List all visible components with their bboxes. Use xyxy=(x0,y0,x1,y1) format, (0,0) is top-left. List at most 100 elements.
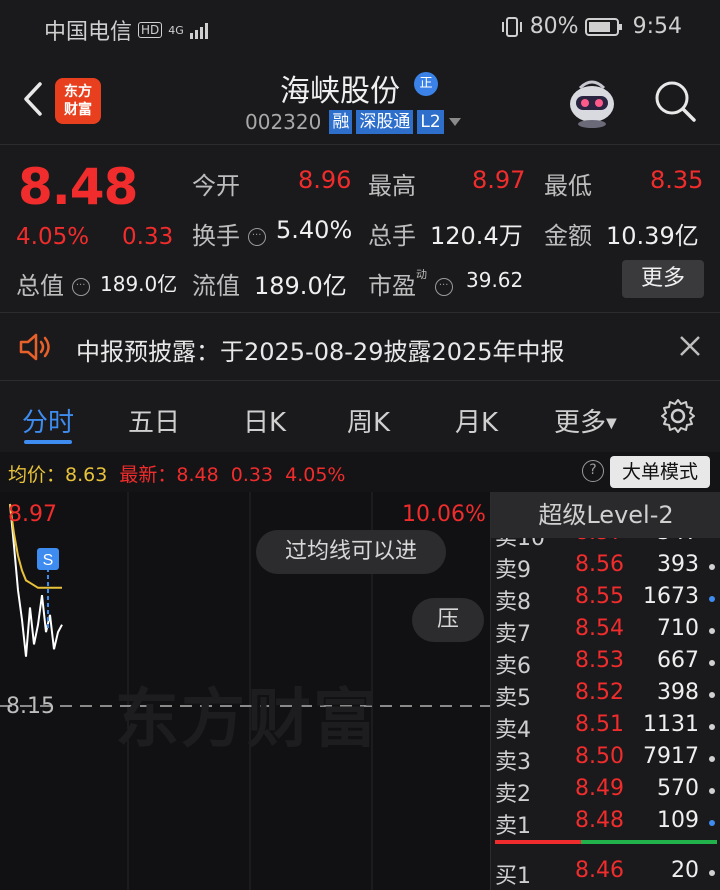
more-button[interactable]: 更多 xyxy=(622,260,704,298)
buy-divider xyxy=(581,840,717,844)
hd-icon: HD xyxy=(138,22,163,38)
level-price: 8.54 xyxy=(575,616,624,641)
reference-price-label: 8.15 xyxy=(6,694,55,719)
tab-intraday[interactable]: 分时 xyxy=(22,402,74,439)
status-bar: 中国电信 HD 4G 80% 9:54 xyxy=(0,0,720,56)
carrier-name: 中国电信 xyxy=(44,20,133,45)
level-label: 卖4 xyxy=(495,718,531,743)
zheng-badge: 正 xyxy=(414,72,438,96)
volume-value: 120.4万 xyxy=(430,222,523,250)
stock-header: 东方 财富 海峡股份 正 002320 融 深股通 L2 xyxy=(0,56,720,144)
pressure-bubble[interactable]: 压 xyxy=(412,598,484,642)
change-percent: 4.05% xyxy=(16,224,90,250)
latest-percent: 4.05% xyxy=(285,464,346,486)
app-logo[interactable]: 东方 财富 xyxy=(55,78,101,124)
dropdown-triangle-icon xyxy=(448,118,461,126)
level-volume: 1131 xyxy=(643,712,699,737)
divider xyxy=(0,380,720,381)
level-price: 8.49 xyxy=(575,776,624,801)
turnover-label-text: 换手 xyxy=(192,222,240,250)
bid-row[interactable]: 买1 8.46 20 xyxy=(491,858,720,890)
close-icon[interactable] xyxy=(676,332,704,360)
tab-five-day[interactable]: 五日 xyxy=(128,402,180,439)
level-dot xyxy=(709,724,715,730)
level-volume: 393 xyxy=(657,552,699,577)
level-label: 卖7 xyxy=(495,622,531,647)
ask-row[interactable]: 卖1 8.48 109 xyxy=(491,808,720,840)
search-icon[interactable] xyxy=(652,78,698,124)
info-icon[interactable]: ··· xyxy=(434,278,453,296)
pe-value: 39.62 xyxy=(466,268,524,292)
amount-value: 10.39亿 xyxy=(606,222,699,250)
ask-row[interactable]: 卖6 8.53 667 xyxy=(491,648,720,680)
help-icon[interactable]: ? xyxy=(582,460,604,482)
logo-line1: 东方 xyxy=(64,84,92,100)
sell-marker-label: S xyxy=(43,552,54,569)
order-book: 超级Level-2 卖108.57347卖98.56393卖88.551673卖… xyxy=(490,492,720,890)
level2-header[interactable]: 超级Level-2 xyxy=(491,492,720,538)
battery-percent: 80% xyxy=(529,14,579,39)
watermark: 东方财富 xyxy=(115,683,379,757)
stock-name: 海峡股份 xyxy=(280,74,400,109)
level-label: 买1 xyxy=(495,864,531,889)
ask-row[interactable]: 卖3 8.50 7917 xyxy=(491,744,720,776)
tab-underline xyxy=(24,440,72,444)
level-price: 8.50 xyxy=(575,744,624,769)
vibrate-icon xyxy=(501,16,522,37)
logo-line2: 财富 xyxy=(64,102,92,118)
tab-more-label: 更多 xyxy=(554,408,607,438)
tab-more[interactable]: 更多▼ xyxy=(554,402,617,439)
signal-icon xyxy=(189,23,208,39)
level-label: 卖8 xyxy=(495,590,531,615)
level-dot xyxy=(709,692,715,698)
tab-monthly-k[interactable]: 月K xyxy=(455,402,498,439)
float-value-label: 流值 xyxy=(192,272,240,300)
open-value: 8.96 xyxy=(298,166,352,194)
back-arrow-icon[interactable] xyxy=(14,74,54,124)
level-price: 8.52 xyxy=(575,680,624,705)
level-price: 8.53 xyxy=(575,648,624,673)
ask-row[interactable]: 卖2 8.49 570 xyxy=(491,776,720,808)
notice-bar[interactable]: 中报预披露：于2025-08-29披露2025年中报 xyxy=(0,314,720,380)
ask-row[interactable]: 卖8 8.55 1673 xyxy=(491,584,720,616)
battery-icon xyxy=(584,17,622,36)
ask-row[interactable]: 卖7 8.54 710 xyxy=(491,616,720,648)
level-label: 卖6 xyxy=(495,654,531,679)
avg-label: 均价： xyxy=(8,464,66,486)
level-volume: 347 xyxy=(657,538,699,545)
level-volume: 7917 xyxy=(643,744,699,769)
level-dot xyxy=(709,564,715,570)
level-label: 卖2 xyxy=(495,782,531,807)
latest-change: 0.33 xyxy=(230,464,274,486)
tab-weekly-k[interactable]: 周K xyxy=(347,402,390,439)
stock-code-row[interactable]: 002320 融 深股通 L2 xyxy=(245,110,462,134)
info-icon[interactable]: ··· xyxy=(71,278,90,296)
ask-row[interactable]: 卖9 8.56 393 xyxy=(491,552,720,584)
ask-row[interactable]: 卖5 8.52 398 xyxy=(491,680,720,712)
gear-icon[interactable] xyxy=(660,398,696,434)
float-value: 189.0亿 xyxy=(254,272,347,300)
level-label: 卖1 xyxy=(495,814,531,839)
top-percent-label: 10.06% xyxy=(402,502,486,527)
level-dot xyxy=(709,870,715,876)
latest-label: 最新： xyxy=(119,464,177,486)
ask-row[interactable]: 卖4 8.51 1131 xyxy=(491,712,720,744)
avg-value: 8.63 xyxy=(65,464,108,486)
level-price: 8.51 xyxy=(575,712,624,737)
divider xyxy=(0,312,720,313)
clock: 9:54 xyxy=(632,14,682,39)
pe-label-text: 市盈 xyxy=(368,272,416,300)
info-icon[interactable]: ··· xyxy=(247,228,266,246)
average-price-text: 均价：8.63 最新：8.48 0.33 4.05% xyxy=(8,460,345,487)
level-price: 8.56 xyxy=(575,552,624,577)
ask-row[interactable]: 卖10 8.57 347 xyxy=(491,538,720,552)
level-dot xyxy=(709,820,715,826)
robot-assistant-icon[interactable] xyxy=(564,74,620,130)
divider xyxy=(0,144,720,145)
level-volume: 109 xyxy=(657,808,699,833)
tab-daily-k[interactable]: 日K xyxy=(243,402,286,439)
big-order-mode-button[interactable]: 大单模式 xyxy=(610,456,710,488)
hint-bubble[interactable]: 过均线可以进 xyxy=(256,530,446,574)
total-value-label: 总值 ··· xyxy=(16,266,90,301)
level-price: 8.48 xyxy=(575,808,624,833)
